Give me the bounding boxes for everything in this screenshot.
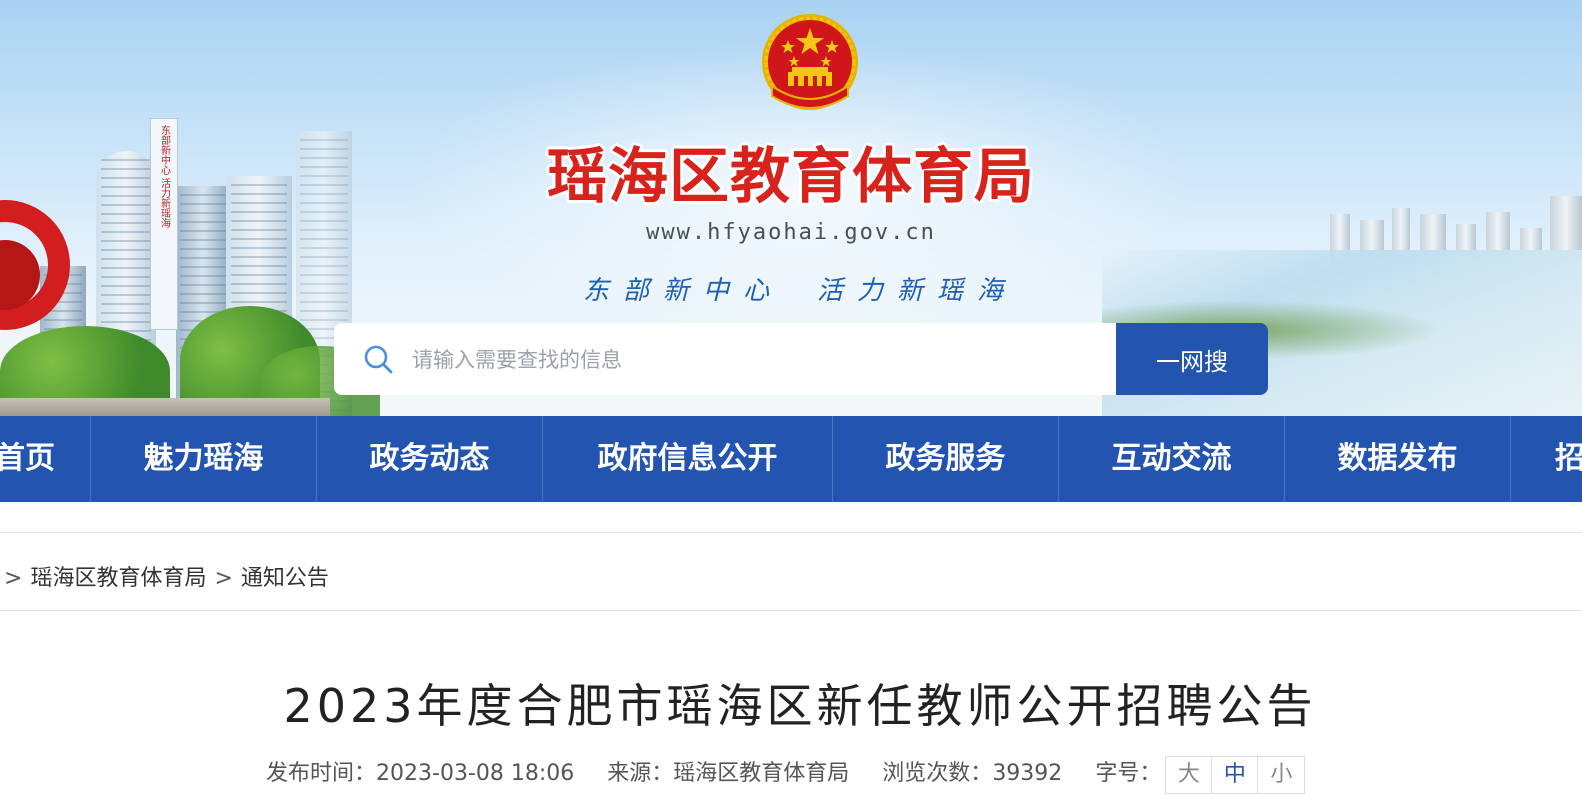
site-url: www.hfyaohai.gov.cn [646, 220, 936, 245]
article-meta: 发布时间：2023-03-08 18:06 来源：瑶海区教育体育局 浏览次数：3… [266, 756, 1306, 794]
breadcrumb-link-notices[interactable]: 通知公告 [241, 566, 329, 591]
search-button[interactable]: 一网搜 [1116, 323, 1268, 395]
breadcrumb: > 瑶海区教育体育局 > 通知公告 [4, 560, 329, 592]
nav-item-info-disclosure[interactable]: 政府信息公开 [543, 416, 833, 502]
nav-item-label: 招 [1555, 441, 1582, 476]
article-source: 来源：瑶海区教育体育局 [607, 761, 849, 786]
search-bar: 一网搜 [334, 323, 1268, 397]
font-size-small-button[interactable]: 小 [1258, 757, 1304, 793]
main-nav: 首页 魅力瑶海 政务动态 政府信息公开 政务服务 互动交流 数据发布 招 [0, 416, 1582, 502]
site-slogan: 东部新中心 活力新瑶海 [0, 270, 1582, 307]
font-size-label: 字号： [1095, 761, 1162, 786]
view-count-value: 39392 [992, 761, 1063, 786]
publish-time-label: 发布时间： [266, 761, 377, 786]
view-count-label: 浏览次数： [882, 761, 993, 786]
national-emblem-icon [762, 14, 858, 110]
search-box [334, 323, 1116, 397]
font-size-medium-button[interactable]: 中 [1212, 757, 1259, 793]
banner-plaza [0, 398, 330, 416]
view-count: 浏览次数：39392 [882, 761, 1062, 786]
publish-time-value: 2023-03-08 18:06 [376, 761, 575, 786]
font-size-large-button[interactable]: 大 [1166, 757, 1213, 793]
search-input[interactable] [410, 323, 1104, 397]
nav-item-home[interactable]: 首页 [0, 416, 91, 502]
nav-item-label: 魅力瑶海 [143, 441, 264, 476]
font-size-switcher: 大中小 [1165, 756, 1306, 794]
nav-item-data-release[interactable]: 数据发布 [1285, 416, 1511, 502]
search-icon [364, 345, 393, 374]
article-title: 2023年度合肥市瑶海区新任教师公开招聘公告 [283, 679, 1317, 733]
site-title: 瑶海区教育体育局 [547, 142, 1035, 212]
publish-time: 发布时间：2023-03-08 18:06 [266, 761, 574, 786]
source-value: 瑶海区教育体育局 [673, 761, 850, 786]
breadcrumb-link-bureau[interactable]: 瑶海区教育体育局 [30, 566, 206, 591]
nav-item-label: 首页 [0, 441, 55, 476]
nav-item-label: 数据发布 [1337, 441, 1458, 476]
breadcrumb-separator: > [4, 566, 23, 591]
slogan-right: 活力新瑶海 [817, 276, 1018, 306]
divider [0, 532, 1582, 533]
nav-item-government-news[interactable]: 政务动态 [317, 416, 543, 502]
nav-item-interaction[interactable]: 互动交流 [1059, 416, 1285, 502]
nav-item-label: 政务服务 [885, 441, 1006, 476]
nav-item-government-services[interactable]: 政务服务 [833, 416, 1059, 502]
divider [0, 610, 1582, 611]
nav-item-label: 政务动态 [369, 441, 490, 476]
nav-item-charm-yaohai[interactable]: 魅力瑶海 [91, 416, 317, 502]
nav-item-label: 互动交流 [1111, 441, 1232, 476]
nav-item-label: 政府信息公开 [597, 441, 778, 476]
nav-item-more[interactable]: 招 [1511, 416, 1582, 502]
slogan-left: 东部新中心 [582, 276, 783, 306]
breadcrumb-separator: > [214, 566, 233, 591]
source-label: 来源： [607, 761, 674, 786]
header-banner: 东部新中心 活力新瑶海 瑶海区教育体育局 www.hfyaohai.gov.cn… [0, 0, 1582, 416]
